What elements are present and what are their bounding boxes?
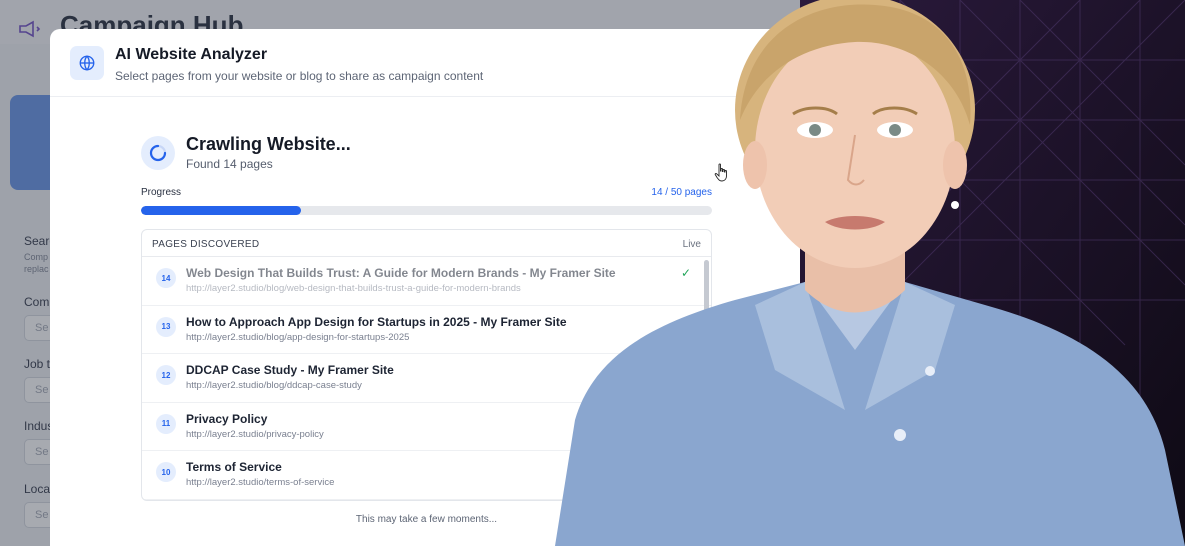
page-title-text: DDCAP Case Study - My Framer Site	[186, 363, 394, 377]
page-number-badge: 10	[156, 462, 176, 482]
globe-icon	[70, 46, 104, 80]
page-url: http://layer2.studio/blog/ddcap-case-stu…	[186, 380, 362, 391]
modal-subtitle: Select pages from your website or blog t…	[115, 69, 484, 83]
page-number-badge: 11	[156, 413, 176, 434]
page-title-text: Privacy Policy	[186, 411, 268, 426]
progress-label: Progress	[141, 187, 182, 198]
page-title-text: Web Design That Builds Trust: A Guide fo…	[186, 266, 616, 280]
pages-found-count: Found 14 pages	[186, 157, 273, 171]
crawl-title: Crawling Website...	[186, 134, 351, 154]
progress-bar-fill	[141, 206, 301, 215]
page-number-badge: 12	[156, 365, 176, 385]
page-title-text: Terms of Service	[186, 460, 282, 474]
page-number-badge: 13	[156, 316, 176, 337]
presenter-video	[555, 0, 1185, 546]
page-title-text: How to Approach App Design for Startups …	[186, 314, 567, 329]
spinner-icon	[141, 136, 175, 170]
page-url: http://layer2.studio/terms-of-service	[186, 477, 335, 488]
page-url: http://layer2.studio/blog/app-design-for…	[186, 331, 410, 343]
modal-title: AI Website Analyzer	[115, 46, 268, 63]
page-url: http://layer2.studio/privacy-policy	[186, 428, 324, 440]
page-url: http://layer2.studio/blog/web-design-tha…	[186, 283, 521, 294]
page-number-badge: 14	[156, 268, 176, 288]
pages-panel-title: PAGES DISCOVERED	[152, 239, 260, 250]
